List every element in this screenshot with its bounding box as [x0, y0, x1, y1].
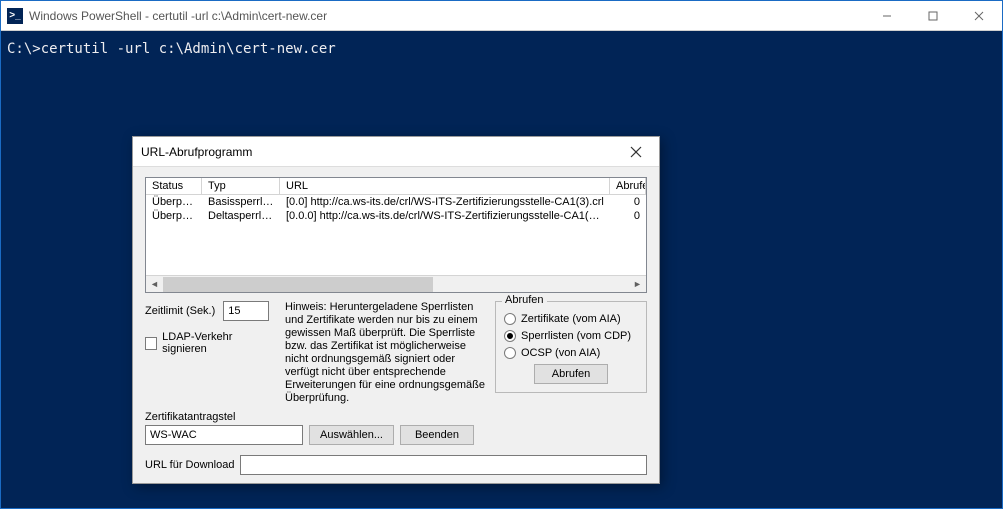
maximize-button[interactable]	[910, 1, 956, 30]
select-button[interactable]: Auswählen...	[309, 425, 394, 445]
scroll-left-icon[interactable]: ◄	[146, 277, 163, 292]
scroll-thumb[interactable]	[163, 277, 433, 292]
list-row[interactable]: Überprüft Deltasperrlis... [0.0.0] http:…	[146, 209, 646, 223]
titlebar[interactable]: >_ Windows PowerShell - certutil -url c:…	[1, 1, 1002, 31]
close-button[interactable]	[956, 1, 1002, 30]
radio-ocsp-aia[interactable]	[504, 347, 516, 359]
col-typ[interactable]: Typ	[202, 178, 280, 194]
dialog-close-button[interactable]	[621, 138, 651, 166]
radio-certs-aia[interactable]	[504, 313, 516, 325]
url-listview[interactable]: Status Typ URL Abrufen Überprüft Basissp…	[145, 177, 647, 293]
listview-rows: Überprüft Basissperrlis... [0.0] http://…	[146, 195, 646, 275]
timelimit-input[interactable]	[223, 301, 269, 321]
dialog-titlebar[interactable]: URL-Abrufprogramm	[133, 137, 659, 167]
end-button[interactable]: Beenden	[400, 425, 474, 445]
hint-text: Hinweis: Heruntergeladene Sperrlisten un…	[285, 301, 485, 405]
listview-header[interactable]: Status Typ URL Abrufen	[146, 178, 646, 195]
prompt-line: C:\>certutil -url c:\Admin\cert-new.cer	[7, 41, 996, 57]
scroll-right-icon[interactable]: ►	[629, 277, 646, 292]
url-download-field[interactable]	[240, 455, 647, 475]
minimize-button[interactable]	[864, 1, 910, 30]
powershell-window: >_ Windows PowerShell - certutil -url c:…	[0, 0, 1003, 509]
scroll-track[interactable]	[163, 277, 629, 292]
ldap-sign-checkbox[interactable]	[145, 337, 157, 350]
window-controls	[864, 1, 1002, 30]
radio-crls-cdp-label: Sperrlisten (vom CDP)	[521, 330, 631, 342]
radio-crls-cdp[interactable]	[504, 330, 516, 342]
retrieve-group-title: Abrufen	[502, 294, 547, 306]
list-row[interactable]: Überprüft Basissperrlis... [0.0] http://…	[146, 195, 646, 209]
cert-subject-field[interactable]	[145, 425, 303, 445]
console-area[interactable]: C:\>certutil -url c:\Admin\cert-new.cer …	[1, 31, 1002, 508]
col-status[interactable]: Status	[146, 178, 202, 194]
url-download-label: URL für Download	[145, 459, 234, 471]
horizontal-scrollbar[interactable]: ◄ ►	[146, 275, 646, 292]
cert-subject-label: Zertifikatantragstel	[145, 411, 485, 423]
radio-certs-aia-label: Zertifikate (vom AIA)	[521, 313, 621, 325]
dialog-body: Status Typ URL Abrufen Überprüft Basissp…	[133, 167, 659, 483]
window-title: Windows PowerShell - certutil -url c:\Ad…	[29, 9, 327, 23]
ldap-sign-label: LDAP-Verkehr signieren	[162, 331, 271, 355]
url-retrieval-dialog: URL-Abrufprogramm Status Typ URL Abrufen	[132, 136, 660, 484]
col-url[interactable]: URL	[280, 178, 610, 194]
retrieve-button[interactable]: Abrufen	[534, 364, 608, 384]
dialog-title: URL-Abrufprogramm	[141, 145, 252, 159]
timelimit-label: Zeitlimit (Sek.)	[145, 305, 215, 317]
powershell-icon: >_	[7, 8, 23, 24]
retrieve-group: Abrufen Zertifikate (vom AIA) Sperrliste…	[495, 301, 647, 393]
col-abrufen[interactable]: Abrufen	[610, 178, 646, 194]
radio-ocsp-aia-label: OCSP (von AIA)	[521, 347, 600, 359]
